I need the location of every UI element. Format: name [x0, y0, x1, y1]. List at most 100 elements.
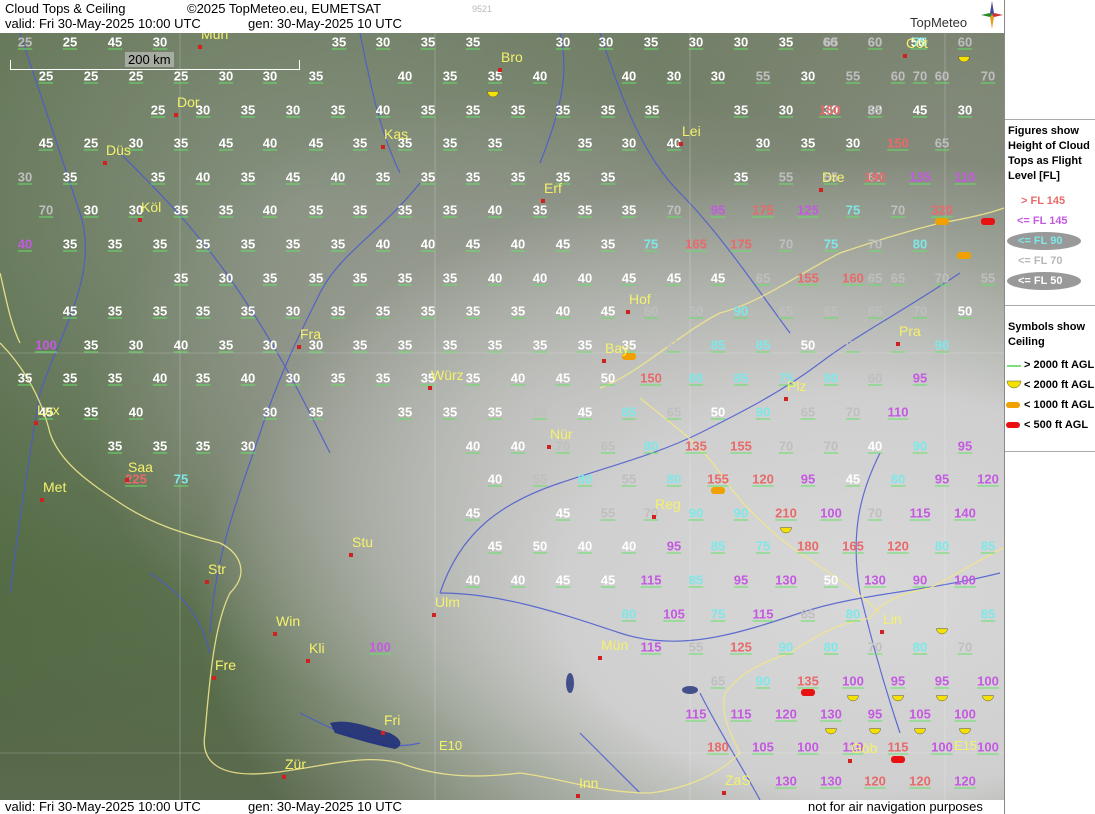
cloud-top-label: 35 [107, 303, 123, 319]
city-marker [896, 342, 900, 346]
cloud-top-label: 40 [510, 572, 526, 588]
cloud-top-label: 30 [17, 169, 33, 185]
cloud-top-label: 35 [442, 68, 458, 84]
cloud-top-label: 95 [666, 538, 682, 554]
city-marker [602, 359, 606, 363]
cloud-top-label: 40 [510, 370, 526, 386]
cloud-top-label: 70 [823, 438, 839, 454]
ceiling-below-2000-icon [869, 722, 881, 740]
cloud-top-label: 120 [864, 773, 886, 789]
cloud-top-label: 80 [823, 639, 839, 655]
city-label: Fri [384, 712, 401, 728]
cloud-top-label: 55 [778, 169, 794, 185]
cloud-top-label: 35 [375, 169, 391, 185]
cloud-top-label: 30 [218, 270, 234, 286]
city-marker [198, 45, 202, 49]
cloud-top-label: 210 [775, 505, 797, 521]
cloud-top-label: 35 [152, 303, 168, 319]
cloud-top-label: 40 [577, 270, 593, 286]
cloud-top-label: 165 [685, 236, 707, 252]
cloud-top-label: 35 [778, 34, 794, 50]
cloud-top-label: 35 [62, 370, 78, 386]
cloud-top-label: 65 [666, 337, 682, 353]
cloud-top-label: 35 [420, 303, 436, 319]
cloud-top-label: 70 [980, 68, 996, 84]
city-label: Lin [883, 611, 902, 627]
satellite-map[interactable]: 200 km 25 25 45 30 35 30 35 35 30 30 35 30 30 35 65 60 5… [0, 33, 1004, 800]
cloud-top-label: 35 [218, 202, 234, 218]
cloud-top-label: 70 [912, 303, 928, 319]
cloud-top-label: 35 [420, 169, 436, 185]
cloud-top-label: 95 [957, 438, 973, 454]
cloud-top-label: 30 [733, 34, 749, 50]
cloud-top-label: 35 [532, 337, 548, 353]
cloud-top-label: 35 [262, 270, 278, 286]
cloud-top-label: 35 [487, 404, 503, 420]
city-label: Fre [215, 657, 236, 673]
cloud-top-label: 95 [710, 202, 726, 218]
cloud-top-label: 50 [800, 337, 816, 353]
ceiling-below-1000-icon [957, 252, 971, 259]
cloud-top-label: 65 [867, 303, 883, 319]
city-label: Erf [544, 180, 562, 196]
cloud-top-label: 65 [800, 606, 816, 622]
cloud-top-label: 35 [420, 102, 436, 118]
city-label: Göb [851, 740, 878, 756]
cloud-top-label: 135 [797, 673, 819, 689]
cloud-top-label: 70 [890, 202, 906, 218]
ceiling-below-2000-icon [982, 689, 994, 707]
cloud-top-label: 40 [532, 68, 548, 84]
cloud-top-label: 80 [912, 639, 928, 655]
topmeteo-logo[interactable]: TopMeteo [905, 1, 1004, 33]
cloud-top-label: 35 [420, 34, 436, 50]
cloud-top-label: 40 [375, 102, 391, 118]
cloud-top-label: 80 [643, 438, 659, 454]
cloud-top-label: 35 [173, 270, 189, 286]
city-label: Köl [141, 199, 162, 215]
city-marker [428, 386, 432, 390]
cloud-top-label: 100 [931, 739, 953, 755]
cloud-top-label: 40 [577, 538, 593, 554]
city-label: Lux [37, 402, 60, 418]
cloud-top-label: 130 [820, 706, 842, 722]
footer-generated-time: gen: 30-May-2025 10 UTC [248, 799, 402, 814]
cloud-top-label: 65 [710, 673, 726, 689]
cloud-top-label: 35 [195, 438, 211, 454]
cloud-top-label: 45 [555, 505, 571, 521]
cloud-top-label: 45 [621, 270, 637, 286]
cloud-top-label: 115 [909, 505, 931, 521]
cloud-top-label: 35 [465, 34, 481, 50]
cloud-top-label: 60 [890, 68, 906, 84]
city-marker [903, 54, 907, 58]
cloud-top-label: 35 [330, 102, 346, 118]
cloud-top-label: 35 [331, 34, 347, 50]
city-marker [273, 632, 277, 636]
cloud-top-label: 50 [710, 404, 726, 420]
ceiling-below-2000: < 2000 ft AGL [1024, 379, 1095, 391]
cloud-top-label: 35 [152, 438, 168, 454]
city-marker [722, 791, 726, 795]
cloud-top-label: 140 [954, 505, 976, 521]
cloud-top-label: 55 [621, 471, 637, 487]
cloud-top-label: 90 [755, 404, 771, 420]
cloud-top-label: 45 [600, 303, 616, 319]
cloud-top-label: 40 [330, 169, 346, 185]
city-label: Lei [682, 123, 701, 139]
cloud-top-label: 35 [397, 202, 413, 218]
cloud-top-label: 35 [510, 169, 526, 185]
city-marker [432, 613, 436, 617]
cloud-top-label: 90 [912, 572, 928, 588]
tops-legend-line-1: Figures show [1008, 125, 1079, 137]
cloud-top-label: 105 [663, 606, 685, 622]
footer-disclaimer: not for air navigation purposes [808, 799, 983, 814]
city-marker [576, 794, 580, 798]
cloud-top-label: 95 [867, 706, 883, 722]
cloud-top-label: 60 [688, 303, 704, 319]
city-marker [174, 113, 178, 117]
cloud-top-label: 75 [643, 236, 659, 252]
ceiling-legend-line-1: Symbols show [1008, 321, 1086, 333]
cloud-top-label: 35 [62, 169, 78, 185]
cloud-top-label: 165 [842, 538, 864, 554]
cloud-top-label: 160 [842, 270, 864, 286]
cloud-top-label: 150 [640, 370, 662, 386]
